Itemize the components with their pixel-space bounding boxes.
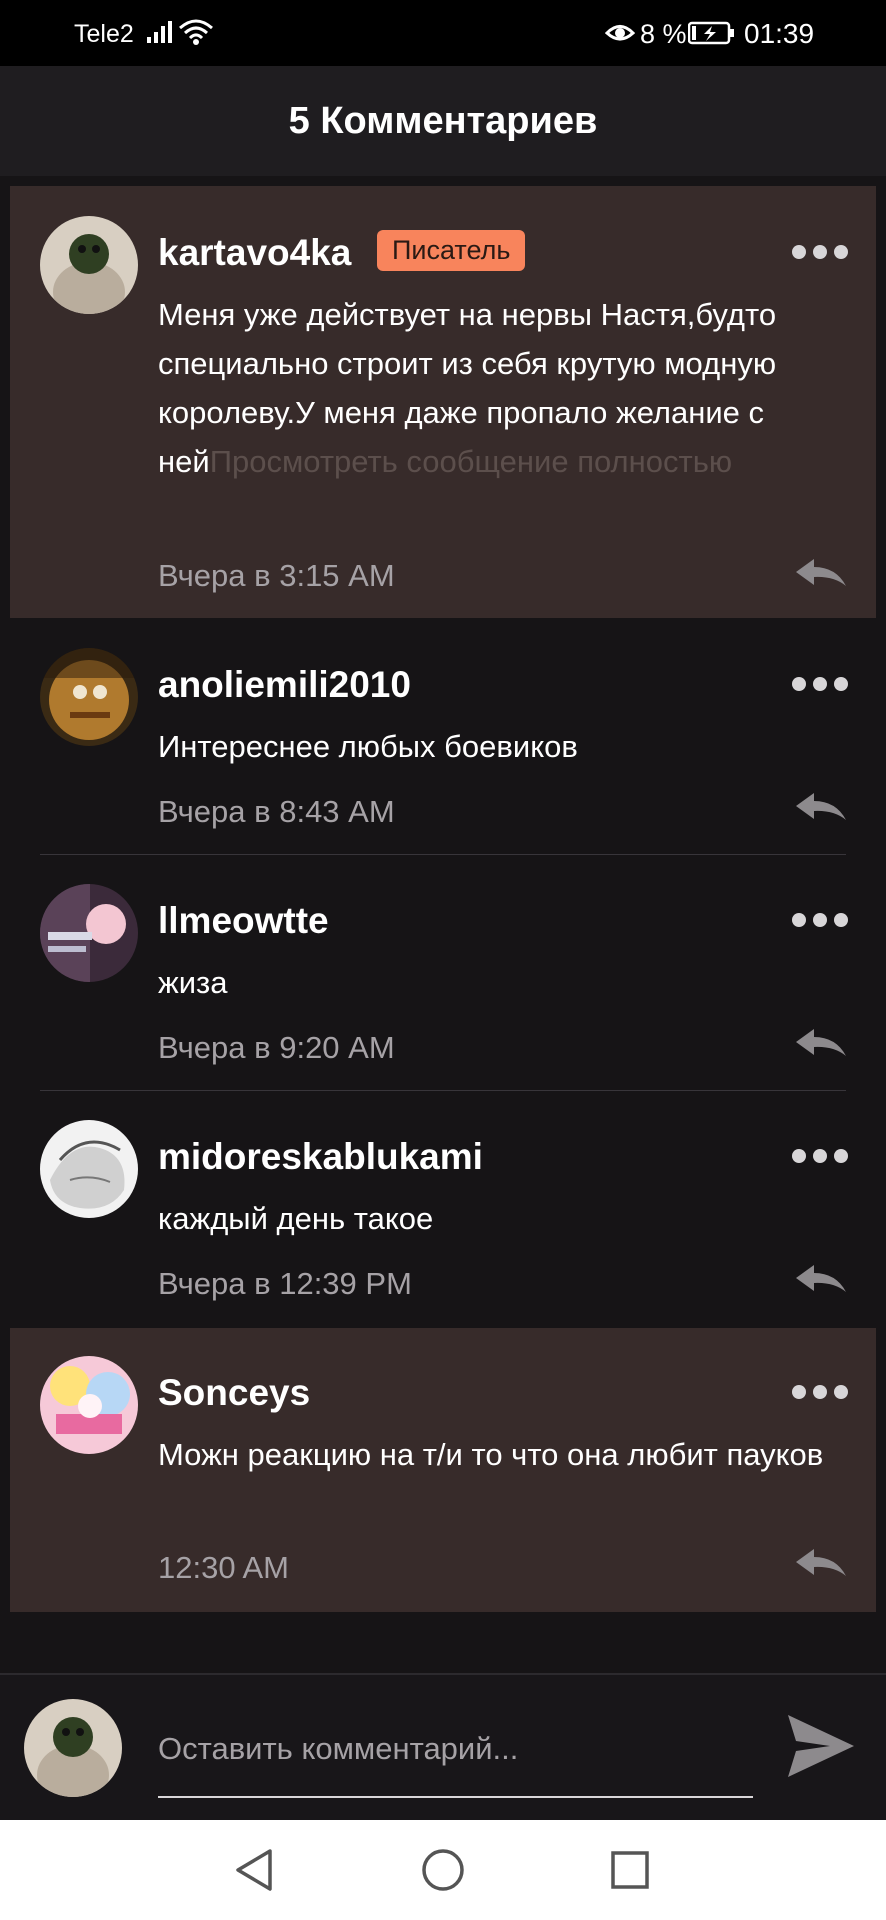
comment-text: жиза xyxy=(158,965,228,1000)
comment-text: Можн реакцию на т/и то что она любит пау… xyxy=(158,1437,824,1472)
comment-text: Интереснее любых боевиков xyxy=(158,729,578,764)
reply-icon[interactable] xyxy=(794,1262,848,1296)
current-user-avatar xyxy=(24,1699,122,1797)
more-options-icon[interactable] xyxy=(792,1384,848,1400)
comment-username[interactable]: midoreskablukami xyxy=(158,1136,483,1178)
wifi-icon xyxy=(179,19,213,45)
divider xyxy=(40,1090,846,1091)
clock: 01:39 xyxy=(744,18,815,49)
comment-timestamp: Вчера в 8:43 AM xyxy=(158,794,395,829)
avatar[interactable] xyxy=(40,1120,138,1218)
system-nav-bar xyxy=(0,1820,886,1920)
battery-charging-icon xyxy=(688,21,734,45)
role-badge: Писатель xyxy=(377,230,526,271)
comment-username[interactable]: llmeowtte xyxy=(158,900,329,942)
divider xyxy=(40,854,846,855)
avatar[interactable] xyxy=(40,1356,138,1454)
comment-item[interactable]: kartavo4ka Писатель Меня уже действует н… xyxy=(10,186,876,618)
avatar[interactable] xyxy=(40,216,138,314)
comment-item[interactable]: midoreskablukami каждый день такое Вчера… xyxy=(0,1098,886,1326)
carrier-label: Tele2 xyxy=(74,20,134,48)
comment-text: Меня уже действует на нервы Настя,будто … xyxy=(158,290,848,486)
more-options-icon[interactable] xyxy=(792,244,848,260)
home-icon[interactable] xyxy=(421,1848,465,1892)
more-options-icon[interactable] xyxy=(792,1148,848,1164)
comment-username[interactable]: kartavo4ka xyxy=(158,232,351,274)
comment-timestamp: Вчера в 3:15 AM xyxy=(158,558,395,593)
comment-text: каждый день такое xyxy=(158,1201,434,1236)
eye-icon xyxy=(605,25,635,41)
comment-item[interactable]: Sonceys Можн реакцию на т/и то что она л… xyxy=(10,1328,876,1612)
comment-timestamp: 12:30 AM xyxy=(158,1550,289,1585)
comment-item[interactable]: anoliemili2010 Интереснее любых боевиков… xyxy=(0,626,886,854)
view-full-message-link[interactable]: Просмотреть сообщение полностью xyxy=(210,444,732,479)
reply-icon[interactable] xyxy=(794,1026,848,1060)
reply-icon[interactable] xyxy=(794,1546,848,1580)
signal-icon xyxy=(147,21,172,43)
battery-percent: 8 % xyxy=(640,19,687,49)
comment-timestamp: Вчера в 9:20 AM xyxy=(158,1030,395,1065)
more-options-icon[interactable] xyxy=(792,676,848,692)
status-bar: Tele2 8 % 01:39 xyxy=(0,0,886,66)
page-header: 5 Комментариев xyxy=(0,66,886,176)
comment-username[interactable]: anoliemili2010 xyxy=(158,664,411,706)
avatar[interactable] xyxy=(40,648,138,746)
comment-username[interactable]: Sonceys xyxy=(158,1372,310,1414)
comment-input-underline xyxy=(158,1796,753,1798)
page-title: 5 Комментариев xyxy=(288,99,598,142)
reply-icon[interactable] xyxy=(794,556,848,590)
comment-item[interactable]: llmeowtte жиза Вчера в 9:20 AM xyxy=(0,862,886,1090)
comment-composer: Оставить комментарий... xyxy=(0,1673,886,1822)
comment-input[interactable]: Оставить комментарий... xyxy=(158,1731,518,1767)
send-icon[interactable] xyxy=(786,1713,856,1779)
back-icon[interactable] xyxy=(234,1848,274,1892)
comment-timestamp: Вчера в 12:39 PM xyxy=(158,1266,412,1301)
recents-icon[interactable] xyxy=(610,1850,650,1890)
reply-icon[interactable] xyxy=(794,790,848,824)
more-options-icon[interactable] xyxy=(792,912,848,928)
avatar[interactable] xyxy=(40,884,138,982)
